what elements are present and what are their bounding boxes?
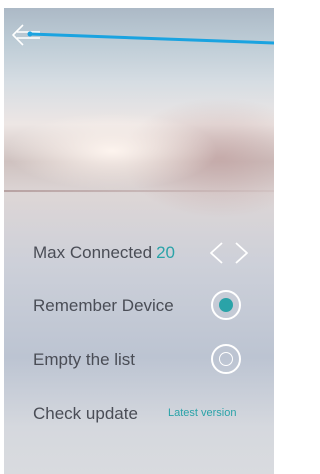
remember-device-radio[interactable] [211, 290, 241, 320]
swipe-cursor-line [27, 31, 274, 45]
max-connected-value: 20 [156, 243, 175, 262]
max-connected-stepper [206, 241, 254, 265]
empty-list-label: Empty the list [33, 350, 136, 369]
back-arrow-icon[interactable] [11, 22, 41, 48]
max-connected-label: Max Connected 20 [33, 243, 175, 263]
chevron-left-icon[interactable] [206, 241, 228, 265]
max-connected-text: Max Connected [33, 243, 153, 262]
radio-selected-dot [219, 298, 233, 312]
remember-device-label: Remember Device [33, 296, 174, 315]
background-divider [4, 190, 274, 192]
app-screen: Max Connected 20 Remember Device Empty th… [4, 8, 274, 474]
setting-remember-device: Remember Device [4, 286, 274, 326]
check-update-label: Check update [33, 404, 138, 423]
setting-check-update: Check update Latest version [4, 394, 274, 434]
setting-empty-list: Empty the list [4, 340, 274, 380]
latest-version-link[interactable]: Latest version [168, 407, 236, 419]
radio-unselected-dot [219, 352, 233, 366]
chevron-right-icon[interactable] [230, 241, 252, 265]
empty-list-radio[interactable] [211, 344, 241, 374]
setting-max-connected: Max Connected 20 [4, 233, 274, 273]
